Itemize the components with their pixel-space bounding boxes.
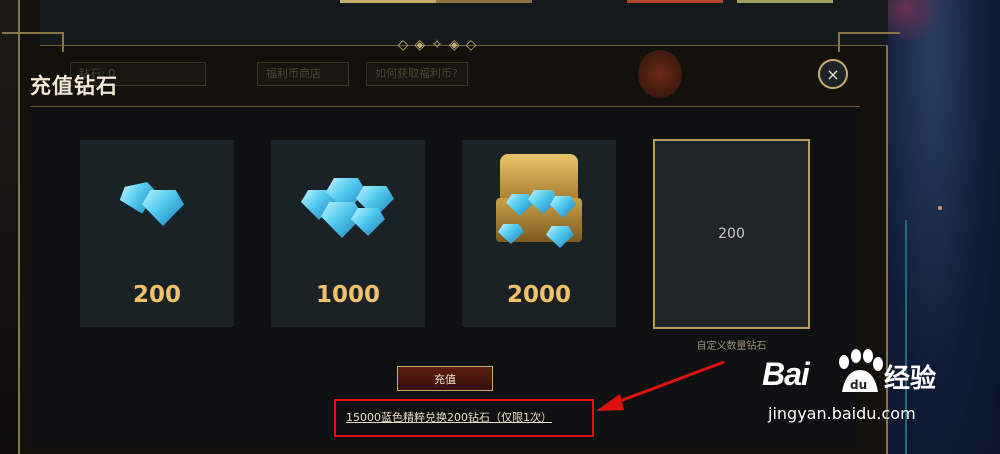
custom-amount-card[interactable]: 200: [653, 139, 810, 329]
baidu-watermark: Bai du 经验 jingyan.baidu.com: [762, 346, 962, 426]
close-button[interactable]: ×: [818, 59, 848, 89]
ornament-divider-icon: ◇◈✧◈◇: [397, 37, 483, 53]
background-creature-icon: [638, 50, 682, 98]
watermark-brand: Bai: [762, 356, 810, 392]
top-tab-indicator[interactable]: [340, 0, 436, 3]
top-tab-indicator[interactable]: [436, 0, 532, 3]
package-card-200[interactable]: 200: [80, 140, 234, 327]
dialog-title: 充值钻石: [30, 74, 118, 98]
package-card-1000[interactable]: 1000: [271, 140, 425, 327]
essence-exchange-link[interactable]: 15000蓝色精粹兑换200钻石（仅限1次）: [346, 409, 552, 425]
paw-icon: du: [839, 349, 883, 392]
background-help-button: 如何获取福利币?: [366, 62, 468, 86]
recharge-button[interactable]: 充值: [397, 366, 493, 391]
annotation-arrow-icon: [596, 360, 725, 411]
frame-corner-ornament: [2, 32, 64, 52]
package-amount: 1000: [315, 282, 380, 308]
package-amount: 2000: [506, 282, 571, 308]
map-marker: [938, 206, 942, 210]
custom-amount-input[interactable]: 200: [655, 226, 808, 242]
watermark-suffix: 经验: [884, 364, 937, 394]
package-card-2000[interactable]: 2000: [462, 140, 616, 327]
background-shop-button: 福利币商店: [257, 62, 349, 86]
watermark-url: jingyan.baidu.com: [768, 404, 916, 423]
paw-text: du: [850, 378, 867, 392]
package-amount: 200: [132, 282, 181, 308]
frame-corner-ornament: [838, 32, 900, 52]
top-tab-indicator[interactable]: [737, 0, 833, 3]
top-tab-indicator[interactable]: [627, 0, 723, 3]
